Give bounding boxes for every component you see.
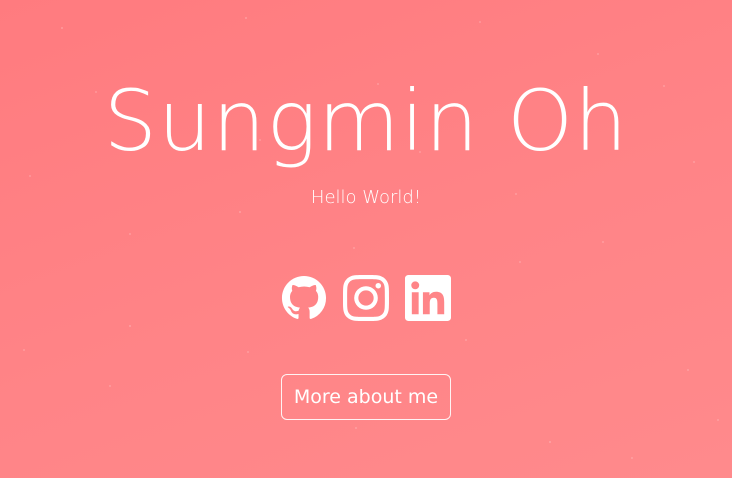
instagram-link[interactable]	[343, 275, 389, 321]
social-links	[0, 275, 732, 321]
page-title: Sungmin Oh	[103, 72, 629, 170]
linkedin-icon	[405, 275, 451, 321]
tagline: Hello World!	[310, 187, 422, 208]
instagram-icon	[343, 275, 389, 321]
github-icon	[281, 275, 327, 319]
linkedin-link[interactable]	[405, 275, 451, 321]
more-about-me-button[interactable]: More about me	[281, 374, 451, 420]
hero-section: Sungmin Oh Hello World! More about me	[0, 0, 732, 478]
github-link[interactable]	[281, 275, 327, 321]
